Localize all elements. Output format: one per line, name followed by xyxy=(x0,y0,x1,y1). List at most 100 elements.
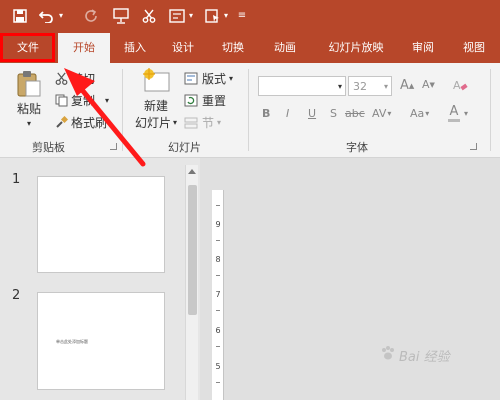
font-name-dropdown-icon[interactable]: ▾ xyxy=(338,82,342,91)
tab-design[interactable]: 设计 xyxy=(162,33,204,63)
bold-button[interactable]: B xyxy=(262,107,270,120)
paste-button[interactable]: 粘贴 ▾ xyxy=(12,69,46,129)
ribbon-separator xyxy=(122,69,123,151)
copy-dropdown-icon[interactable]: ▾ xyxy=(105,96,109,105)
grow-font-button[interactable]: A ▲ xyxy=(400,78,414,93)
thumbnail-scrollbar[interactable] xyxy=(185,165,198,400)
grow-font-label: A xyxy=(400,78,409,93)
clear-formatting-button[interactable]: A xyxy=(452,77,468,93)
slides-group-label: 幻灯片 xyxy=(168,141,201,154)
ruler-tick xyxy=(216,346,220,347)
shrink-font-label: A xyxy=(422,78,430,91)
slide-thumbnail[interactable]: 单击此处添加标题 xyxy=(37,292,165,390)
undo-icon[interactable] xyxy=(36,5,56,27)
layout-label: 版式 xyxy=(202,71,227,86)
new-slide-button[interactable]: 新建 幻灯片 ▾ xyxy=(132,67,180,135)
scroll-up-icon[interactable] xyxy=(188,169,196,174)
slide-thumbnail[interactable] xyxy=(37,176,165,273)
format-painter-button[interactable]: 格式刷 xyxy=(55,113,107,131)
copy-button[interactable]: 复制 ▾ xyxy=(55,91,109,109)
new-slide-label-2: 幻灯片 xyxy=(134,116,171,130)
strikethrough-button[interactable]: abc xyxy=(345,107,365,120)
shrink-font-icon: ▼ xyxy=(429,80,435,89)
font-color-label: A xyxy=(449,104,459,119)
ribbon-tab-bar: 文件 开始 插入 设计 切换 动画 幻灯片放映 审阅 视图 xyxy=(0,33,500,63)
copy-icon xyxy=(55,94,68,106)
shrink-font-button[interactable]: A ▼ xyxy=(422,78,435,91)
font-color-button[interactable]: A xyxy=(448,105,460,122)
new-slide-icon xyxy=(143,68,170,92)
section-label: 节 xyxy=(202,115,215,130)
shape-icon[interactable] xyxy=(202,5,222,27)
tab-home[interactable]: 开始 xyxy=(58,33,110,63)
tab-view[interactable]: 视图 xyxy=(452,33,496,63)
reset-button[interactable]: 重置 xyxy=(184,91,226,109)
change-case-label: Aa xyxy=(410,107,425,120)
layout-button[interactable]: 版式 ▾ xyxy=(184,69,233,87)
customize-toolbar-icon[interactable]: ≡ xyxy=(236,5,248,27)
start-from-beginning-icon[interactable] xyxy=(110,5,132,27)
shadow-label: S xyxy=(330,107,337,120)
file-tab-highlight-box xyxy=(0,33,55,62)
layout-icon[interactable] xyxy=(167,5,187,27)
ruler-tick xyxy=(216,382,220,383)
slide-number: 1 xyxy=(12,172,21,187)
ruler-tick xyxy=(216,205,220,206)
shape-dropdown-icon[interactable]: ▾ xyxy=(222,5,230,27)
new-slide-dropdown-icon[interactable]: ▾ xyxy=(173,118,177,127)
char-spacing-label: AV xyxy=(372,107,387,120)
copy-label: 复制 xyxy=(71,93,96,108)
grow-font-icon: ▲ xyxy=(408,81,415,90)
shadow-button[interactable]: S xyxy=(330,107,337,120)
ruler-tick xyxy=(216,310,220,311)
font-color-dropdown-icon[interactable]: ▾ xyxy=(464,109,468,118)
ruler-number: 9 xyxy=(215,220,221,229)
cut-button[interactable]: 剪切 xyxy=(55,69,95,87)
ribbon-home: 粘贴 ▾ 剪切 复制 ▾ 格式刷 剪贴板 新建 幻灯片 ▾ 版式 ▾ 重置 节 … xyxy=(0,63,500,158)
layout-dropdown-icon[interactable]: ▾ xyxy=(229,74,233,83)
undo-dropdown-icon[interactable]: ▾ xyxy=(57,5,65,27)
save-icon[interactable] xyxy=(10,5,30,27)
font-color-swatch xyxy=(448,119,460,122)
tab-transitions[interactable]: 切换 xyxy=(212,33,254,63)
change-case-dropdown-icon[interactable]: ▾ xyxy=(425,109,429,118)
brush-icon xyxy=(56,115,68,128)
redo-icon[interactable] xyxy=(80,5,100,27)
tab-review[interactable]: 审阅 xyxy=(400,33,446,63)
ruler-number: 5 xyxy=(215,362,221,371)
tab-animations[interactable]: 动画 xyxy=(264,33,306,63)
ribbon-separator xyxy=(248,69,249,151)
new-slide-label-row: 幻灯片 ▾ xyxy=(135,114,177,131)
font-size-dropdown-icon[interactable]: ▾ xyxy=(384,82,388,91)
char-spacing-button[interactable]: AV ▾ xyxy=(372,107,391,120)
reset-label: 重置 xyxy=(202,93,227,108)
paste-label: 粘贴 xyxy=(16,102,41,116)
font-size-box[interactable]: 32 ▾ xyxy=(348,76,392,96)
layout-dropdown-icon[interactable]: ▾ xyxy=(187,5,195,27)
scissors-icon[interactable] xyxy=(139,5,159,27)
paw-icon xyxy=(380,345,396,365)
paste-icon xyxy=(17,71,41,97)
char-spacing-dropdown-icon[interactable]: ▾ xyxy=(387,109,391,118)
tab-insert[interactable]: 插入 xyxy=(114,33,156,63)
tab-slideshow[interactable]: 幻灯片放映 xyxy=(318,33,394,63)
bold-label: B xyxy=(262,107,271,120)
change-case-button[interactable]: Aa ▾ xyxy=(410,107,429,120)
reset-icon xyxy=(184,94,198,106)
section-button[interactable]: 节 ▾ xyxy=(184,113,221,131)
quick-access-toolbar: ▾ ▾ ▾ ≡ xyxy=(0,0,500,33)
layout-icon xyxy=(184,72,198,84)
section-icon xyxy=(184,117,198,128)
section-dropdown-icon[interactable]: ▾ xyxy=(217,118,221,127)
slide-thumbnail-text: 单击此处添加标题 xyxy=(56,339,88,344)
clipboard-dialog-launcher[interactable] xyxy=(110,143,117,150)
underline-button[interactable]: U xyxy=(308,107,316,120)
font-dialog-launcher[interactable] xyxy=(470,143,477,150)
format-painter-label: 格式刷 xyxy=(71,115,108,130)
italic-button[interactable]: I xyxy=(286,107,289,120)
font-name-box[interactable]: ▾ xyxy=(258,76,346,96)
strikethrough-label: abc xyxy=(345,107,365,120)
scroll-thumb[interactable] xyxy=(188,185,197,315)
ruler-tick xyxy=(216,275,220,276)
paste-dropdown-icon[interactable]: ▾ xyxy=(27,119,31,128)
